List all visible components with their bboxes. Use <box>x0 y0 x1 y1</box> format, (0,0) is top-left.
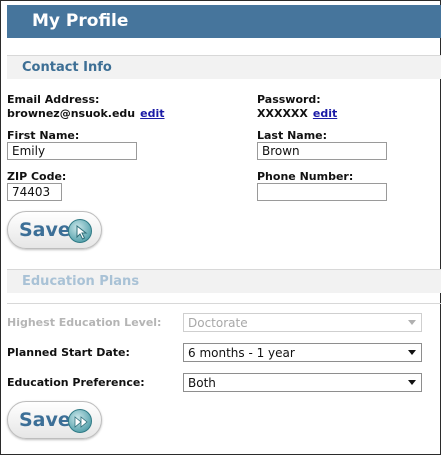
last-name-label: Last Name: <box>257 129 328 142</box>
chevron-down-icon <box>408 380 416 385</box>
email-value: brownez@nsuok.edu <box>7 107 136 120</box>
education-plans-section-header: Education Plans <box>7 269 441 293</box>
password-row: XXXXXX edit <box>257 107 337 120</box>
page-header: My Profile <box>7 5 441 38</box>
fast-forward-icon <box>68 409 92 433</box>
first-name-label: First Name: <box>7 129 80 142</box>
education-save-button[interactable]: Save <box>7 401 102 439</box>
contact-info-title: Contact Info <box>22 60 112 75</box>
start-date-value: 6 months - 1 year <box>188 346 295 360</box>
education-save-label: Save <box>19 409 71 431</box>
last-name-field[interactable]: Brown <box>257 142 387 160</box>
education-divider-top <box>7 303 441 304</box>
phone-number-field[interactable] <box>257 183 387 201</box>
education-plans-title: Education Plans <box>22 274 140 289</box>
start-date-label: Planned Start Date: <box>7 346 130 359</box>
chevron-down-icon <box>408 350 416 355</box>
education-preference-value: Both <box>188 376 216 390</box>
contact-info-section-header: Contact Info <box>7 55 441 79</box>
email-row: brownez@nsuok.edu edit <box>7 107 165 120</box>
contact-save-label: Save <box>19 219 71 241</box>
education-preference-label: Education Preference: <box>7 376 145 389</box>
chevron-down-icon <box>408 320 416 325</box>
email-edit-link[interactable]: edit <box>140 107 164 120</box>
start-date-select[interactable]: 6 months - 1 year <box>183 343 422 362</box>
highest-education-select: Doctorate <box>183 313 422 332</box>
email-label: Email Address: <box>7 93 100 106</box>
contact-save-button[interactable]: Save <box>7 211 102 249</box>
zip-code-label: ZIP Code: <box>7 170 67 183</box>
highest-education-value: Doctorate <box>188 316 248 330</box>
highest-education-label: Highest Education Level: <box>7 316 162 329</box>
page-title: My Profile <box>32 11 129 31</box>
password-value: XXXXXX <box>257 107 308 120</box>
password-label: Password: <box>257 93 321 106</box>
arrow-cursor-icon <box>68 219 92 243</box>
first-name-field[interactable]: Emily <box>7 142 137 160</box>
zip-code-field[interactable]: 74403 <box>7 183 62 201</box>
password-edit-link[interactable]: edit <box>313 107 337 120</box>
education-preference-select[interactable]: Both <box>183 373 422 392</box>
phone-number-label: Phone Number: <box>257 170 354 183</box>
